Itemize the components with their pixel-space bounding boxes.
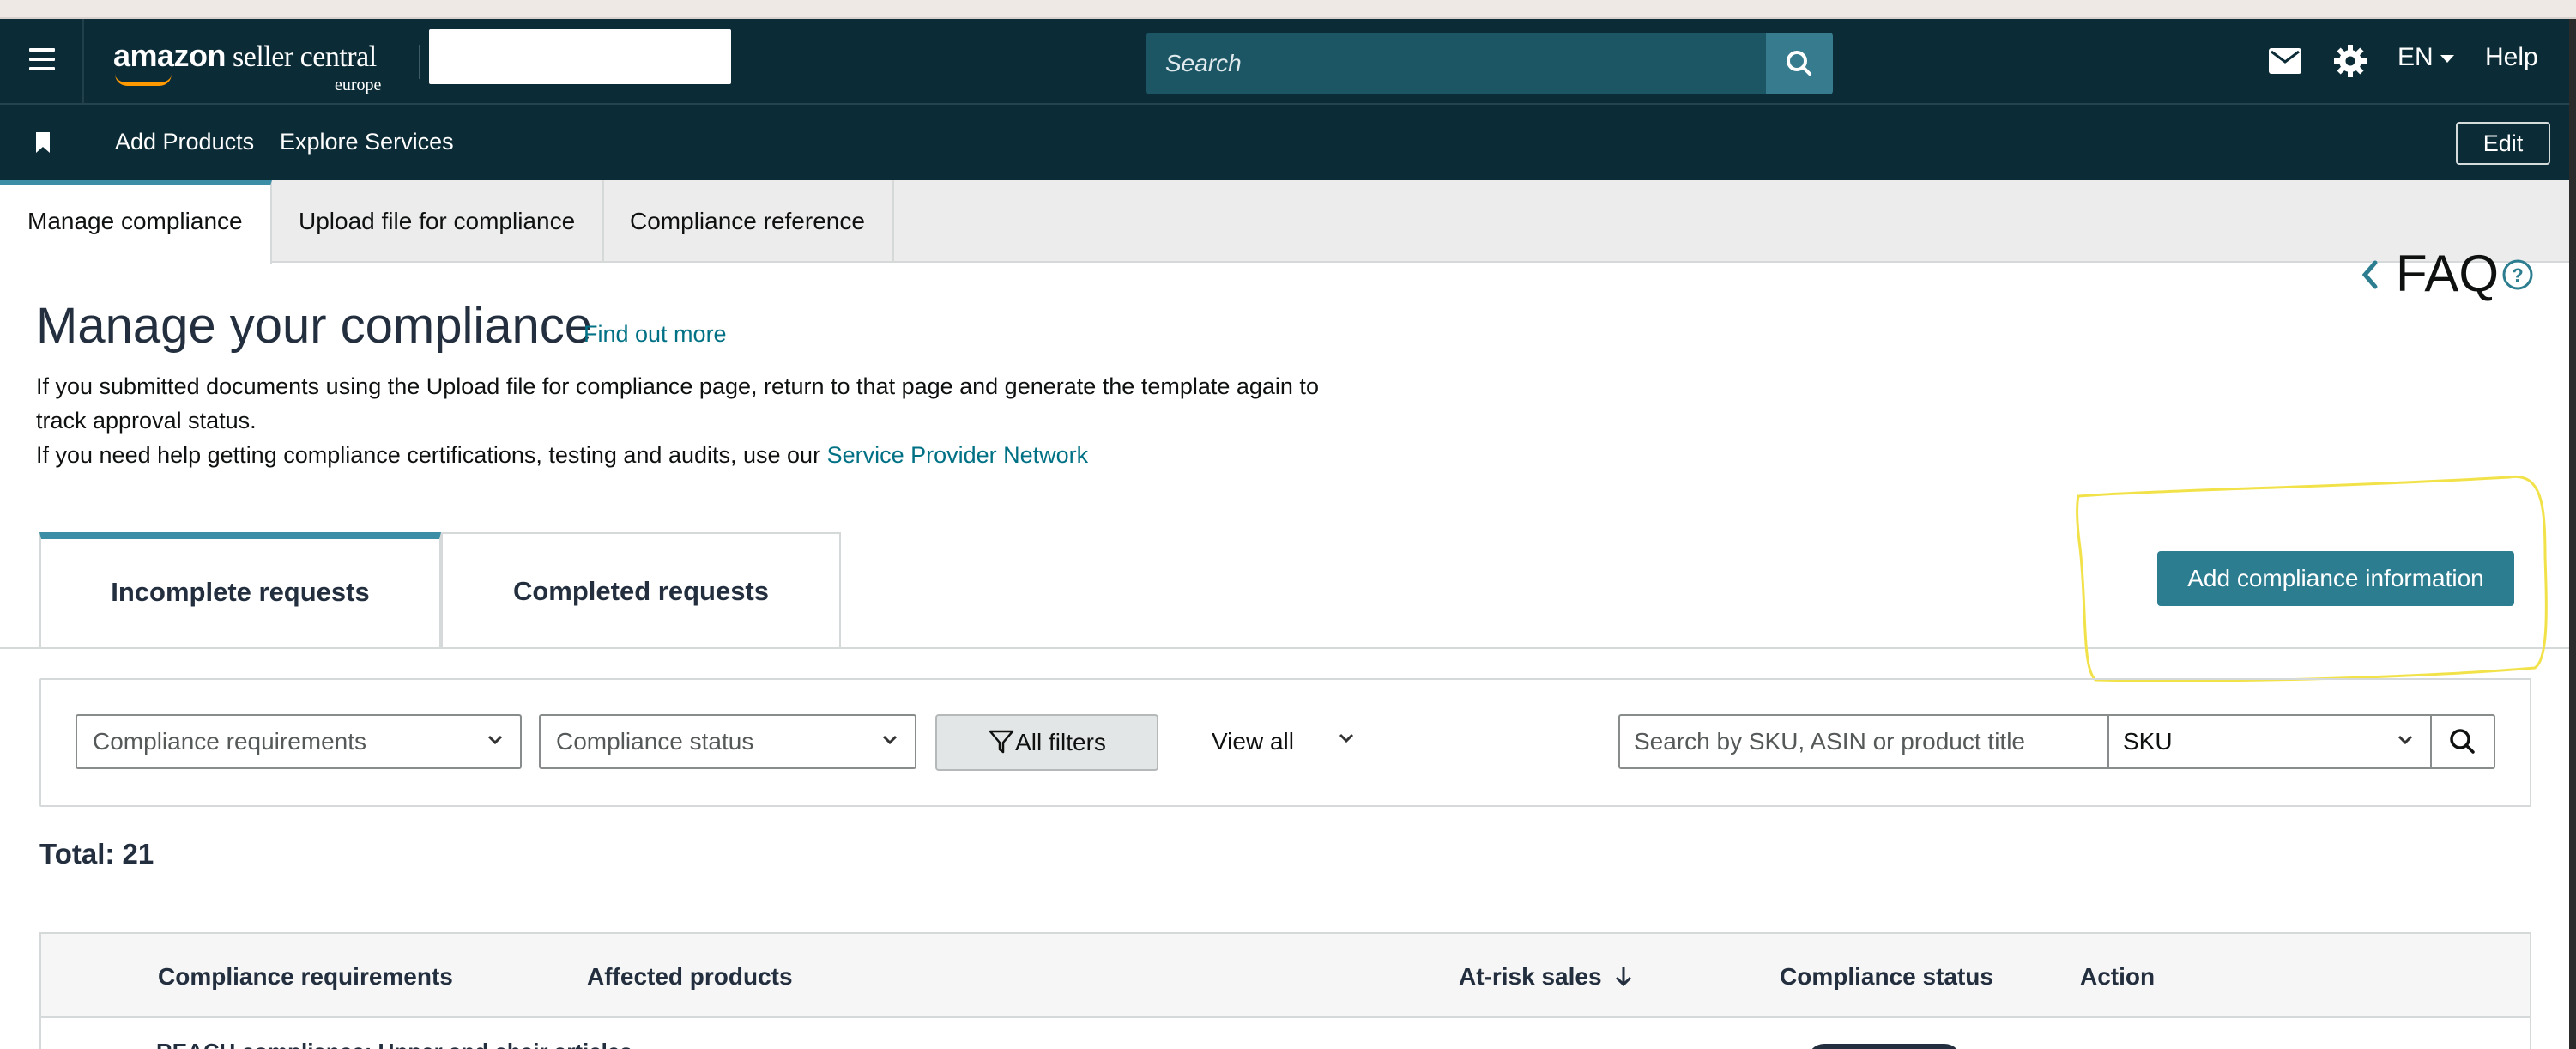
help-link[interactable]: Help	[2485, 43, 2538, 72]
page-title: Manage your compliance	[36, 298, 593, 354]
tab-completed-requests[interactable]: Completed requests	[441, 532, 841, 647]
browser-top-strip	[0, 0, 2576, 19]
divider	[419, 45, 420, 79]
filter-icon	[989, 730, 1014, 754]
chevron-down-icon	[882, 735, 898, 745]
column-header-action: Action	[2080, 963, 2156, 990]
tab-incomplete-requests[interactable]: Incomplete requests	[39, 532, 441, 647]
top-navigation-bar: amazon seller central europe EN Help	[0, 19, 2569, 103]
search-icon	[2450, 729, 2475, 754]
caret-down-icon	[2440, 54, 2454, 63]
at-risk-sales-label: At-risk sales	[1459, 963, 1602, 990]
chevron-down-icon	[487, 735, 503, 745]
global-search	[1146, 33, 1833, 94]
highlight-annotation	[2076, 475, 2548, 682]
tab-compliance-reference[interactable]: Compliance reference	[602, 180, 894, 263]
tab-manage-compliance[interactable]: Manage compliance	[0, 180, 272, 264]
faq-toggle[interactable]: FAQ	[2396, 244, 2499, 303]
logo-text-bold: amazon	[113, 38, 227, 73]
compliance-requirements-dropdown[interactable]: Compliance requirements	[76, 714, 522, 769]
bookmark-add-products[interactable]: Add Products	[115, 129, 254, 155]
status-badge	[1807, 1044, 1962, 1049]
intro-text-2: If you need help getting compliance cert…	[36, 438, 1375, 472]
find-out-more-link[interactable]: Find out more	[584, 321, 727, 348]
service-provider-network-link[interactable]: Service Provider Network	[827, 442, 1089, 468]
total-count: Total: 21	[39, 838, 154, 870]
svg-text:?: ?	[2512, 264, 2523, 286]
search-icon	[1787, 51, 1811, 76]
language-selector[interactable]: EN	[2398, 43, 2454, 72]
intro-text-1: If you submitted documents using the Upl…	[36, 373, 1319, 434]
column-header-at-risk-sales[interactable]: At-risk sales	[1459, 963, 1633, 991]
logo-smile-icon	[115, 74, 172, 86]
gear-icon[interactable]	[2332, 43, 2368, 79]
chevron-down-icon	[1339, 733, 1354, 743]
tab-upload-file-for-compliance[interactable]: Upload file for compliance	[271, 180, 605, 263]
compliance-status-dropdown-value: Compliance status	[556, 728, 754, 755]
window-edge	[2569, 19, 2576, 1049]
product-search-input[interactable]: Search by SKU, ASIN or product title	[1618, 714, 2109, 769]
all-filters-button[interactable]: All filters	[935, 714, 1158, 771]
bookmark-bar: Add Products Explore Services Edit	[0, 103, 2569, 180]
chevron-down-icon	[2398, 735, 2413, 745]
search-button[interactable]	[1766, 33, 1833, 94]
amazon-seller-central-logo[interactable]: amazon seller central europe	[113, 38, 388, 94]
logo-region: europe	[335, 76, 382, 94]
intro-text-2-prefix: If you need help getting compliance cert…	[36, 442, 827, 468]
compliance-requirements-dropdown-value: Compliance requirements	[93, 728, 367, 755]
page-tabs: Manage compliance Upload file for compli…	[0, 180, 2569, 264]
hamburger-menu-icon[interactable]	[29, 48, 55, 70]
view-all-dropdown[interactable]: View all	[1191, 714, 1448, 769]
edit-bookmarks-button[interactable]: Edit	[2456, 122, 2550, 165]
all-filters-label: All filters	[1015, 729, 1106, 755]
search-type-dropdown[interactable]: SKU	[2107, 714, 2432, 769]
column-header-compliance-requirements: Compliance requirements	[158, 963, 453, 990]
language-label: EN	[2398, 43, 2434, 71]
filter-panel: Compliance requirements Compliance statu…	[39, 678, 2531, 807]
search-type-value: SKU	[2123, 728, 2173, 755]
help-circle-icon[interactable]: ?	[2500, 258, 2535, 292]
column-header-affected-products: Affected products	[587, 963, 793, 990]
bookmark-explore-services[interactable]: Explore Services	[280, 129, 454, 155]
logo-text-light: seller central	[226, 41, 377, 73]
table-row: REACH compliance: Upper and chair articl…	[39, 1018, 2531, 1049]
global-search-input[interactable]	[1146, 33, 1766, 94]
divider	[82, 19, 84, 103]
mail-icon[interactable]	[2269, 48, 2301, 74]
account-switcher[interactable]	[429, 29, 731, 84]
chevron-left-icon[interactable]	[2358, 258, 2384, 292]
view-all-value: View all	[1212, 728, 1294, 755]
page-intro: If you submitted documents using the Upl…	[36, 369, 1375, 472]
compliance-status-dropdown[interactable]: Compliance status	[539, 714, 916, 769]
product-search-button[interactable]	[2430, 714, 2495, 769]
row-compliance-requirement[interactable]: REACH compliance: Upper and chair articl…	[156, 1039, 632, 1049]
bookmark-icon[interactable]	[34, 132, 51, 153]
sort-down-arrow-icon	[1615, 967, 1631, 987]
table-header: Compliance requirements Affected product…	[39, 932, 2531, 1018]
column-header-compliance-status: Compliance status	[1780, 963, 1993, 990]
